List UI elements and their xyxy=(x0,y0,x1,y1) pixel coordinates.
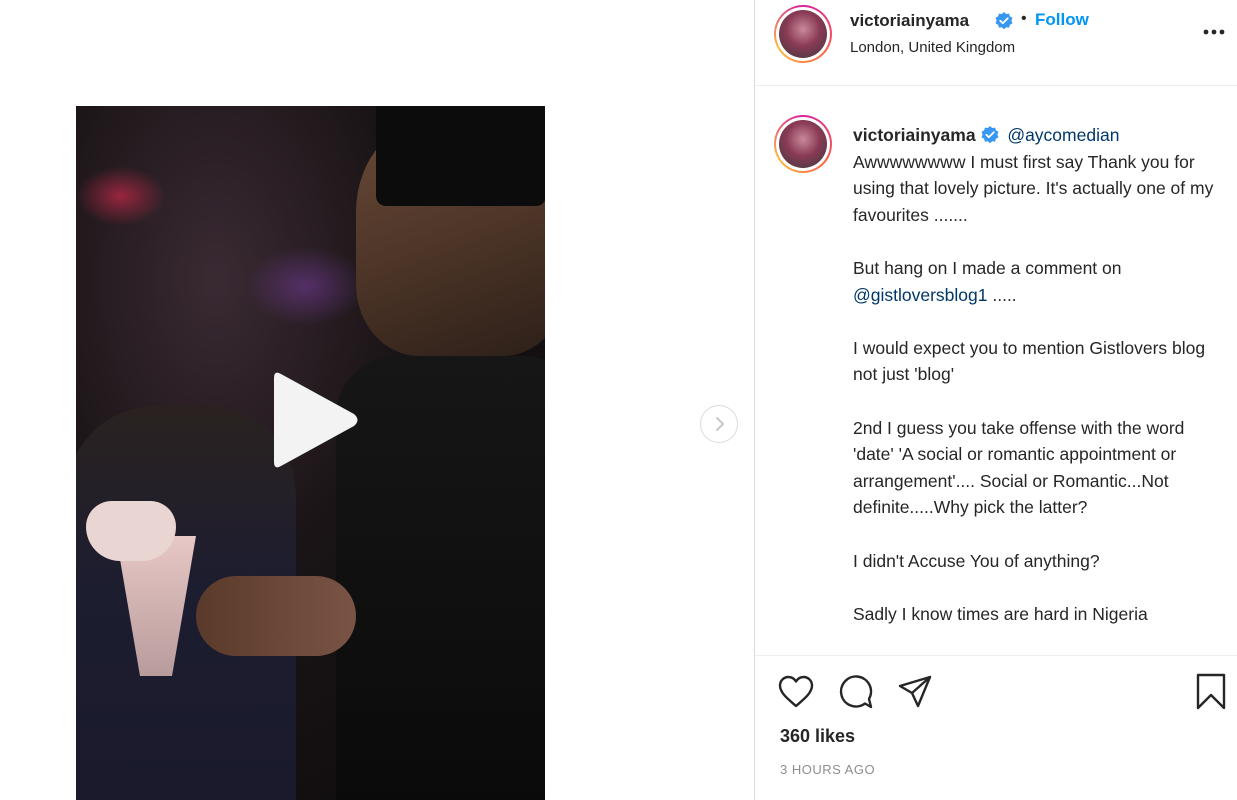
chevron-right-icon xyxy=(716,417,724,431)
post-header: victoriainyama • Follow London, United K… xyxy=(755,0,1237,86)
caption-paragraph: 2nd I guess you take offense with the wo… xyxy=(853,417,1185,518)
follow-button[interactable]: Follow xyxy=(1035,10,1089,30)
avatar[interactable] xyxy=(774,5,832,63)
paper-plane-icon[interactable] xyxy=(897,674,933,710)
video-figure-right xyxy=(336,356,545,800)
next-media-button[interactable] xyxy=(700,405,738,443)
play-button[interactable] xyxy=(266,368,362,472)
caption-comment: victoriainyama @aycomedian Awwwwwwww I mu… xyxy=(853,122,1223,654)
caption-text: But hang on I made a comment on xyxy=(853,257,1122,278)
caption-scroll-area[interactable]: victoriainyama @aycomedian Awwwwwwww I mu… xyxy=(755,87,1237,655)
play-icon xyxy=(274,372,358,468)
mention-link[interactable]: @aycomedian xyxy=(1007,125,1119,145)
caption-first-paragraph: victoriainyama @aycomedian Awwwwwwww I mu… xyxy=(853,122,1223,228)
mention-link[interactable]: @gistloversblog1 xyxy=(853,285,988,305)
verified-badge-icon xyxy=(994,11,1014,31)
caption-paragraph: But hang on I made a comment on @gistlove… xyxy=(853,255,1223,308)
post-details-panel: victoriainyama • Follow London, United K… xyxy=(754,0,1237,800)
caption-paragraph: Sadly I know times are hard in Nigeria xyxy=(853,603,1148,624)
caption-paragraph: I would expect you to mention Gistlovers… xyxy=(853,337,1206,385)
likes-count[interactable]: 360 likes xyxy=(780,726,855,747)
post-media-area xyxy=(0,0,754,800)
post-actions-bar: 360 likes 3 HOURS AGO xyxy=(755,655,1237,800)
post-timestamp[interactable]: 3 HOURS AGO xyxy=(780,762,875,777)
author-username[interactable]: victoriainyama xyxy=(850,11,969,31)
comment-username[interactable]: victoriainyama xyxy=(853,125,976,145)
bookmark-icon[interactable] xyxy=(1193,673,1229,710)
caption-text: ..... xyxy=(987,284,1017,305)
separator-dot: • xyxy=(1021,10,1027,27)
video-face-mask xyxy=(86,501,176,561)
video-cap xyxy=(376,106,545,206)
stage-light xyxy=(76,166,166,226)
caption-paragraph: I didn't Accuse You of anything? xyxy=(853,550,1100,571)
stage-light xyxy=(246,246,366,326)
caption-text: Awwwwwwww I must first say Thank you for… xyxy=(853,151,1214,225)
video-hands xyxy=(196,576,356,656)
verified-badge-icon xyxy=(981,125,999,144)
comment-bubble-icon[interactable] xyxy=(838,674,874,710)
post-location[interactable]: London, United Kingdom xyxy=(850,39,1015,56)
avatar[interactable] xyxy=(774,115,832,173)
more-options-icon[interactable] xyxy=(1202,20,1226,44)
heart-icon[interactable] xyxy=(778,674,814,710)
